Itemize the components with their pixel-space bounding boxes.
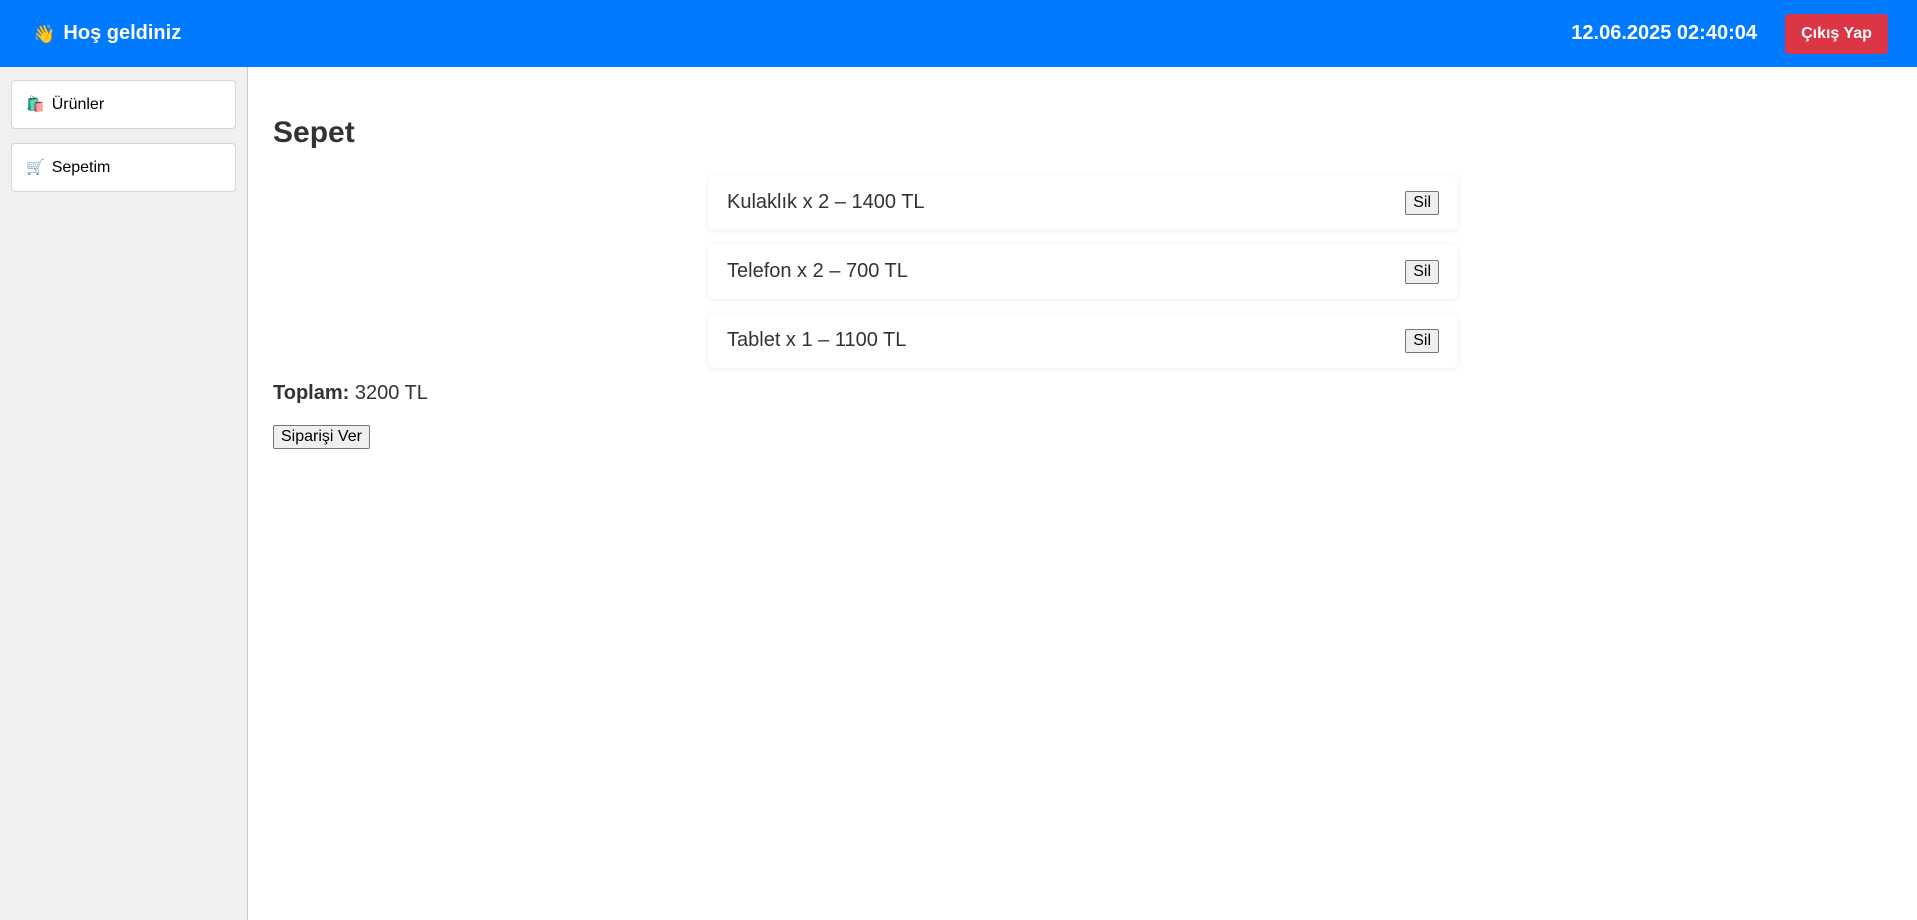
cart-item-text: Telefon x 2 – 700 TL (727, 260, 908, 282)
sidebar-item-cart[interactable]: 🛒 Sepetim (11, 143, 236, 192)
main-content: Sepet Kulaklık x 2 – 1400 TL Sil Telefon… (249, 67, 1917, 920)
sidebar-item-label: Sepetim (51, 158, 111, 176)
cart-item: Tablet x 1 – 1100 TL Sil (708, 313, 1458, 368)
cart-total: Toplam: 3200 TL (273, 382, 1893, 405)
shopping-cart-icon: 🛒 (26, 159, 45, 176)
cart-item-text: Tablet x 1 – 1100 TL (727, 329, 907, 351)
total-label: Toplam: (273, 382, 350, 404)
sidebar-item-products[interactable]: 🛍️ Ürünler (11, 80, 236, 129)
sidebar: 🛍️ Ürünler 🛒 Sepetim (0, 67, 248, 920)
cart-list: Kulaklık x 2 – 1400 TL Sil Telefon x 2 –… (708, 175, 1458, 368)
sidebar-item-label: Ürünler (51, 95, 105, 113)
page-title: Sepet (273, 116, 355, 149)
cart-item: Kulaklık x 2 – 1400 TL Sil (708, 175, 1458, 230)
remove-item-button[interactable]: Sil (1405, 328, 1439, 353)
order-button-wrapper: Siparişi Ver (273, 425, 370, 449)
cart-item-text: Kulaklık x 2 – 1400 TL (727, 191, 925, 213)
place-order-button[interactable]: Siparişi Ver (273, 425, 370, 449)
welcome-text: Hoş geldiniz (63, 22, 182, 44)
datetime-display: 12.06.2025 02:40:04 (1571, 22, 1757, 44)
top-header: 👋 Hoş geldiniz 12.06.2025 02:40:04 Çıkış… (0, 0, 1917, 67)
cart-item: Telefon x 2 – 700 TL Sil (708, 244, 1458, 299)
header-right: 12.06.2025 02:40:04 Çıkış Yap (1571, 13, 1888, 54)
welcome-message: 👋 Hoş geldiniz (33, 22, 181, 45)
shopping-bags-icon: 🛍️ (26, 96, 45, 113)
logout-button[interactable]: Çıkış Yap (1785, 13, 1888, 54)
remove-item-button[interactable]: Sil (1405, 259, 1439, 284)
remove-item-button[interactable]: Sil (1405, 190, 1439, 215)
total-value: 3200 TL (354, 382, 428, 404)
waving-hand-icon: 👋 (33, 23, 56, 44)
